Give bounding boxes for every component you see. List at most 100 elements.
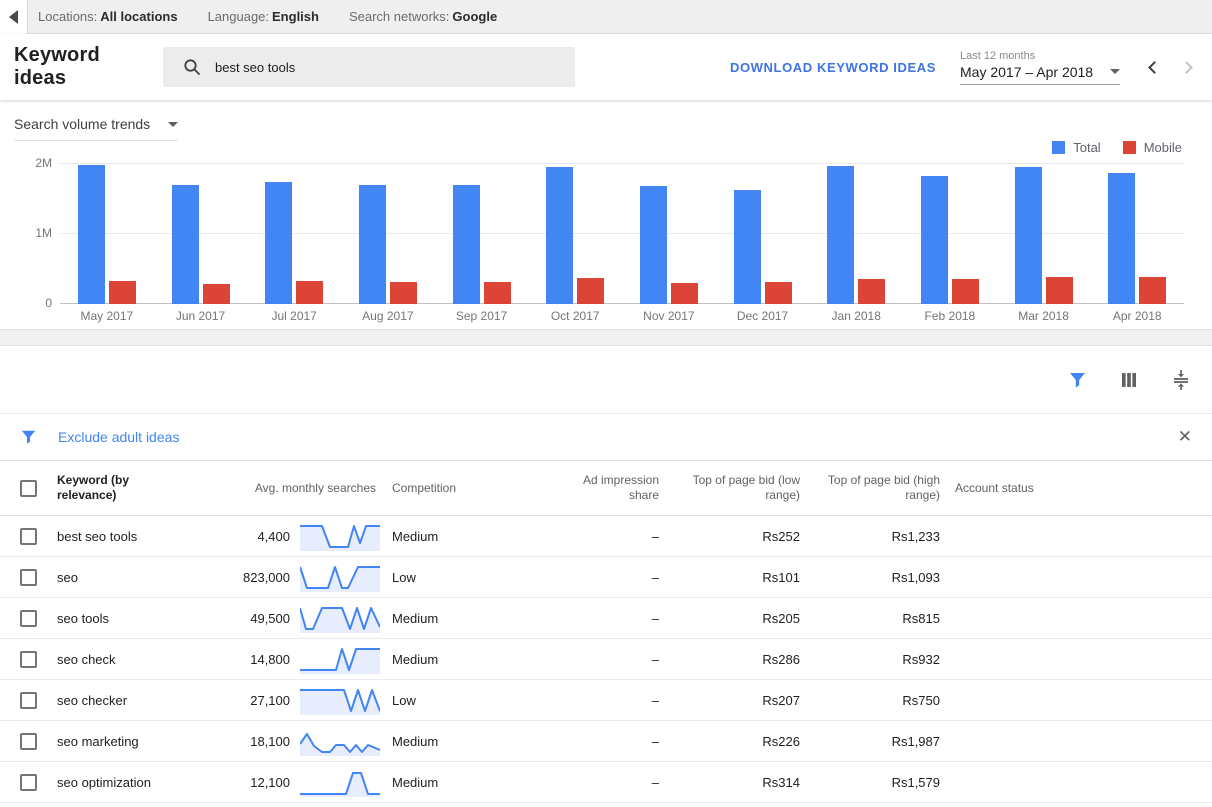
bar-group-jul-2017: [247, 154, 341, 304]
keyword-cell: seo optimization: [57, 775, 190, 790]
mobile-bar[interactable]: [765, 282, 792, 304]
total-bar[interactable]: [78, 165, 105, 304]
columns-icon: [1120, 371, 1138, 389]
total-bar[interactable]: [734, 190, 761, 304]
search-trend-sparkline: [290, 767, 382, 797]
mobile-bar[interactable]: [296, 281, 323, 304]
keyword-search-box[interactable]: [163, 47, 575, 87]
total-bar[interactable]: [172, 185, 199, 304]
bar-group-nov-2017: [622, 154, 716, 304]
download-keyword-ideas-link[interactable]: DOWNLOAD KEYWORD IDEAS: [730, 60, 936, 75]
column-header-top-bid-high[interactable]: Top of page bid (high range): [800, 473, 940, 503]
row-checkbox[interactable]: [20, 651, 37, 668]
mobile-bar[interactable]: [671, 283, 698, 304]
table-row[interactable]: seo optimization12,100Medium–Rs314Rs1,57…: [0, 762, 1212, 803]
top-bid-low-cell: Rs205: [659, 611, 800, 626]
row-checkbox[interactable]: [20, 774, 37, 791]
filter-chip-exclude-adult-ideas[interactable]: Exclude adult ideas: [58, 429, 179, 445]
chart-type-selector[interactable]: Search volume trends: [14, 116, 178, 141]
bar-group-sep-2017: [435, 154, 529, 304]
top-bid-high-cell: Rs1,093: [800, 570, 940, 585]
column-header-keyword[interactable]: Keyword (by relevance): [57, 473, 190, 503]
page-header: Keyword ideas DOWNLOAD KEYWORD IDEAS Las…: [0, 34, 1212, 100]
back-button[interactable]: [0, 0, 28, 34]
table-row[interactable]: seo marketing18,100Medium–Rs226Rs1,987: [0, 721, 1212, 762]
ad-impression-share-cell: –: [552, 775, 659, 790]
mobile-bar[interactable]: [952, 279, 979, 304]
row-checkbox[interactable]: [20, 528, 37, 545]
bar-group-dec-2017: [716, 154, 810, 304]
competition-cell: Low: [382, 570, 552, 585]
date-range-select[interactable]: May 2017 – Apr 2018: [960, 64, 1120, 85]
filter-button[interactable]: [1066, 369, 1088, 391]
y-axis-tick: 1M: [35, 226, 52, 240]
table-row[interactable]: seo tools49,500Medium–Rs205Rs815: [0, 598, 1212, 639]
context-setting[interactable]: Language:English: [208, 9, 319, 24]
bar-chart-plot: 01M2M: [60, 154, 1184, 304]
column-header-ad-impression-share[interactable]: Ad impression share: [552, 473, 659, 503]
chevron-down-icon: [168, 122, 178, 127]
bars-row: [60, 154, 1184, 304]
header-actions: DOWNLOAD KEYWORD IDEAS Last 12 months Ma…: [730, 50, 1212, 85]
total-bar[interactable]: [1015, 167, 1042, 304]
column-header-competition[interactable]: Competition: [382, 481, 552, 495]
total-bar[interactable]: [546, 167, 573, 304]
bar-group-jun-2017: [154, 154, 248, 304]
column-header-avg-monthly-searches[interactable]: Avg. monthly searches: [190, 481, 382, 495]
search-trend-sparkline: [290, 644, 382, 674]
mobile-bar[interactable]: [109, 281, 136, 304]
adjust-rows-button[interactable]: [1170, 369, 1192, 391]
close-icon[interactable]: ✕: [1178, 427, 1192, 447]
total-bar[interactable]: [827, 166, 854, 304]
search-input[interactable]: [215, 60, 515, 75]
top-bid-high-cell: Rs932: [800, 652, 940, 667]
mobile-bar[interactable]: [390, 282, 417, 304]
total-bar[interactable]: [359, 185, 386, 304]
total-bar[interactable]: [640, 186, 667, 304]
top-bid-low-cell: Rs314: [659, 775, 800, 790]
select-all-checkbox[interactable]: [20, 480, 37, 497]
keyword-cell: seo check: [57, 652, 190, 667]
mobile-bar[interactable]: [858, 279, 885, 304]
filter-icon: [20, 429, 37, 445]
chevron-left-icon: [1148, 61, 1161, 74]
x-axis-label: Dec 2017: [716, 309, 810, 323]
context-setting[interactable]: Locations:All locations: [38, 9, 178, 24]
x-axis-label: Sep 2017: [435, 309, 529, 323]
row-checkbox[interactable]: [20, 569, 37, 586]
legend-swatch: [1052, 141, 1065, 154]
avg-monthly-searches-cell: 12,100: [190, 775, 290, 790]
total-bar[interactable]: [453, 185, 480, 304]
previous-period-button[interactable]: [1142, 55, 1166, 79]
next-period-button[interactable]: [1174, 55, 1198, 79]
x-axis-label: Oct 2017: [528, 309, 622, 323]
total-bar[interactable]: [1108, 173, 1135, 304]
columns-button[interactable]: [1118, 369, 1140, 391]
filter-icon: [1068, 371, 1087, 389]
mobile-bar[interactable]: [577, 278, 604, 304]
chevron-down-icon: [1110, 69, 1120, 74]
column-header-account-status[interactable]: Account status: [940, 481, 1212, 495]
mobile-bar[interactable]: [484, 282, 511, 304]
total-bar[interactable]: [265, 182, 292, 304]
table-row[interactable]: best seo tools4,400Medium–Rs252Rs1,233: [0, 516, 1212, 557]
date-range-control: Last 12 months May 2017 – Apr 2018: [960, 50, 1120, 85]
table-row[interactable]: seo checker27,100Low–Rs207Rs750: [0, 680, 1212, 721]
context-settings: Locations:All locations Language:English S…: [28, 0, 1212, 34]
top-bid-low-cell: Rs252: [659, 529, 800, 544]
column-header-top-bid-low[interactable]: Top of page bid (low range): [659, 473, 800, 503]
x-axis-label: May 2017: [60, 309, 154, 323]
row-checkbox[interactable]: [20, 692, 37, 709]
table-row[interactable]: seo823,000Low–Rs101Rs1,093: [0, 557, 1212, 598]
adjust-rows-icon: [1172, 370, 1190, 390]
mobile-bar[interactable]: [1046, 277, 1073, 304]
mobile-bar[interactable]: [1139, 277, 1166, 304]
row-checkbox[interactable]: [20, 610, 37, 627]
total-bar[interactable]: [921, 176, 948, 304]
mobile-bar[interactable]: [203, 284, 230, 304]
table-row[interactable]: seo check14,800Medium–Rs286Rs932: [0, 639, 1212, 680]
context-setting[interactable]: Search networks:Google: [349, 9, 497, 24]
ad-impression-share-cell: –: [552, 652, 659, 667]
row-checkbox[interactable]: [20, 733, 37, 750]
keyword-cell: best seo tools: [57, 529, 190, 544]
